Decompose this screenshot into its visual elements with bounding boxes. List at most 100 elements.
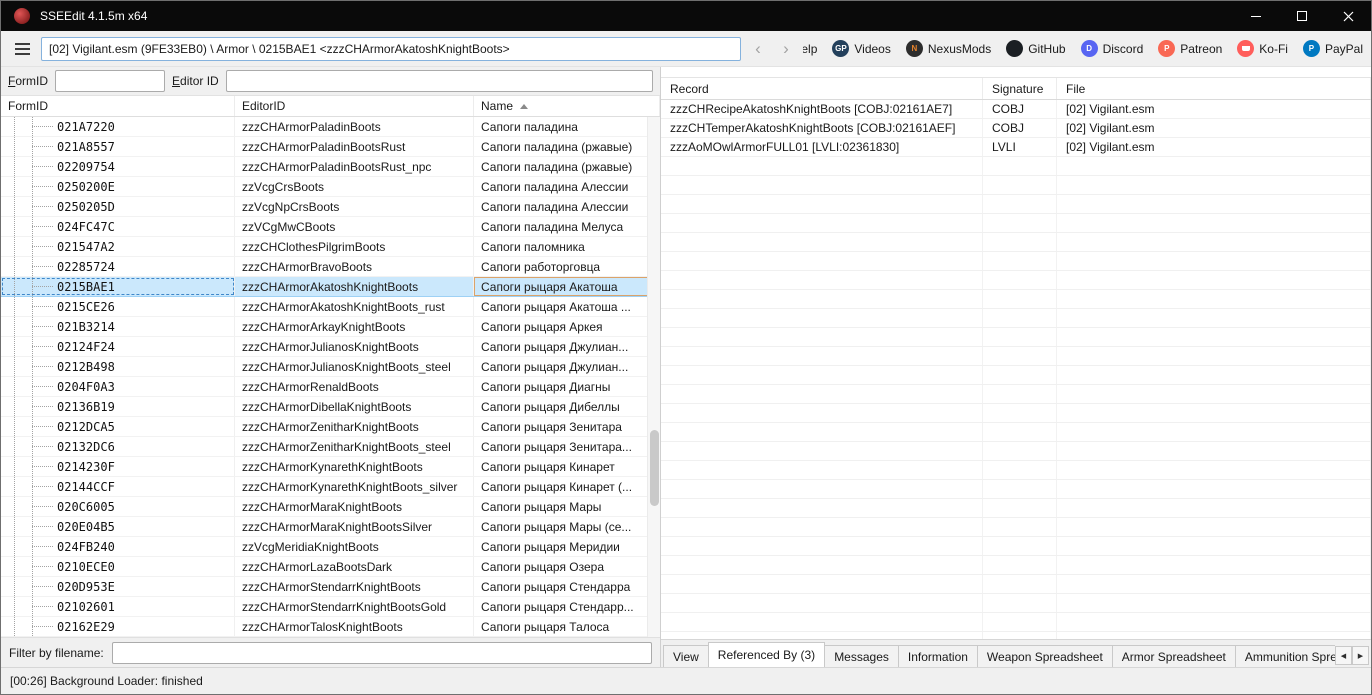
tree-vertical-scrollbar[interactable] [647,117,660,637]
cell-formid[interactable]: 02132DC6 [1,437,235,456]
cell-file[interactable]: [02] Vigilant.esm [1057,119,1371,137]
cell-formid[interactable]: 0210ECE0 [1,557,235,576]
cell-formid[interactable]: 02285724 [1,257,235,276]
cell-formid[interactable]: 0250205D [1,197,235,216]
formid-filter-input[interactable] [55,70,166,92]
cell-editorid[interactable]: zzVcgNpCrsBoots [235,197,474,216]
cell-editorid[interactable]: zzzCHArmorZenitharKnightBoots_steel [235,437,474,456]
toolbar-link-ko-fi[interactable]: Ko-Fi [1237,40,1288,57]
cell-formid[interactable]: 021547A2 [1,237,235,256]
column-header-name[interactable]: Name [474,96,660,116]
cell-name[interactable]: Сапоги паладина Алессии [474,177,660,196]
tree-row[interactable]: 021A8557 zzzCHArmorPaladinBootsRust Сапоги… [1,137,660,157]
cell-name[interactable]: Сапоги паладина Алессии [474,197,660,216]
column-header-signature[interactable]: Signature [983,78,1057,99]
tab-messages[interactable]: Messages [824,645,899,667]
cell-editorid[interactable]: zzzCHArmorTalosKnightBoots [235,617,474,636]
tree-row[interactable]: 0215BAE1 zzzCHArmorAkatoshKnightBoots Сапо… [1,277,660,297]
tree-row[interactable]: 0212DCA5 zzzCHArmorZenitharKnightBoots Сап… [1,417,660,437]
cell-name[interactable]: Сапоги паломника [474,237,660,256]
close-button[interactable] [1325,1,1371,31]
cell-formid[interactable]: 0250200E [1,177,235,196]
cell-formid[interactable]: 0215BAE1 [1,277,235,296]
cell-name[interactable]: Сапоги рыцаря Джулиан... [474,337,660,356]
cell-formid[interactable]: 02209754 [1,157,235,176]
cell-editorid[interactable]: zzzCHArmorStendarrKnightBootsGold [235,597,474,616]
tree-row[interactable]: 0210ECE0 zzzCHArmorLazaBootsDark Сапоги ры… [1,557,660,577]
tree-row[interactable]: 02209754 zzzCHArmorPaladinBootsRust_npc Са… [1,157,660,177]
cell-file[interactable]: [02] Vigilant.esm [1057,100,1371,118]
column-header-formid[interactable]: FormID [1,96,235,116]
column-header-file[interactable]: File [1057,78,1371,99]
cell-formid[interactable]: 020C6005 [1,497,235,516]
tab-weapon-spreadsheet[interactable]: Weapon Spreadsheet [976,645,1113,667]
cell-formid[interactable]: 021B3214 [1,317,235,336]
tree-row[interactable]: 0250205D zzVcgNpCrsBoots Сапоги паладина А… [1,197,660,217]
nav-forward-button[interactable]: › [775,37,797,61]
tree-row[interactable]: 021B3214 zzzCHArmorArkayKnightBoots Сапоги… [1,317,660,337]
cell-record[interactable]: zzzAoMOwlArmorFULL01 [LVLI:02361830] [661,138,983,156]
scrollbar-thumb[interactable] [650,430,659,506]
cell-name[interactable]: Сапоги рыцаря Стендарра [474,577,660,596]
tree-row[interactable]: 0212B498 zzzCHArmorJulianosKnightBoots_st… [1,357,660,377]
tab-armor-spreadsheet[interactable]: Armor Spreadsheet [1111,645,1236,667]
tree-row[interactable]: 02102601 zzzCHArmorStendarrKnightBootsGol… [1,597,660,617]
tree-row[interactable]: 020E04B5 zzzCHArmorMaraKnightBootsSilver С… [1,517,660,537]
cell-name[interactable]: Сапоги паладина (ржавые) [474,137,660,156]
tree-row[interactable]: 021A7220 zzzCHArmorPaladinBoots Сапоги пал… [1,117,660,137]
toolbar-link-discord[interactable]: D Discord [1080,40,1143,57]
cell-name[interactable]: Сапоги рыцаря Диагны [474,377,660,396]
cell-signature[interactable]: COBJ [983,100,1057,118]
column-header-editorid[interactable]: EditorID [235,96,474,116]
cell-name[interactable]: Сапоги рыцаря Дибеллы [474,397,660,416]
cell-name[interactable]: Сапоги рыцаря Кинарет (... [474,477,660,496]
tree-row[interactable]: 020C6005 zzzCHArmorMaraKnightBoots Сапоги … [1,497,660,517]
cell-name[interactable]: Сапоги паладина (ржавые) [474,157,660,176]
minimize-button[interactable] [1233,1,1279,31]
tab-ammunition-spreadsheet[interactable]: Ammunition Spreadsheet [1234,645,1335,667]
cell-editorid[interactable]: zzzCHArmorDibellaKnightBoots [235,397,474,416]
cell-name[interactable]: Сапоги работорговца [474,257,660,276]
cell-formid[interactable]: 0204F0A3 [1,377,235,396]
toolbar-link-patreon[interactable]: P Patreon [1158,40,1222,57]
tree-row[interactable]: 0204F0A3 zzzCHArmorRenaldBoots Сапоги рыца… [1,377,660,397]
cell-editorid[interactable]: zzzCHArmorBravoBoots [235,257,474,276]
tree-row[interactable]: 024FC47C zzVCgMwCBoots Сапоги паладина Мел… [1,217,660,237]
filename-filter-input[interactable] [111,641,652,664]
cell-name[interactable]: Сапоги рыцаря Стендарр... [474,597,660,616]
tree-row[interactable]: 021547A2 zzzCHClothesPilgrimBoots Сапоги п… [1,237,660,257]
editorid-filter-input[interactable] [225,70,653,92]
cell-editorid[interactable]: zzzCHArmorLazaBootsDark [235,557,474,576]
cell-editorid[interactable]: zzzCHArmorPaladinBootsRust_npc [235,157,474,176]
cell-editorid[interactable]: zzzCHArmorJulianosKnightBoots_steel [235,357,474,376]
cell-editorid[interactable]: zzzCHArmorJulianosKnightBoots [235,337,474,356]
cell-editorid[interactable]: zzzCHArmorZenitharKnightBoots [235,417,474,436]
cell-formid[interactable]: 0214230F [1,457,235,476]
cell-editorid[interactable]: zzzCHArmorPaladinBootsRust [235,137,474,156]
cell-editorid[interactable]: zzzCHArmorKynarethKnightBoots_silver [235,477,474,496]
cell-editorid[interactable]: zzzCHArmorPaladinBoots [235,117,474,136]
tree-row[interactable]: 02132DC6 zzzCHArmorZenitharKnightBoots_st… [1,437,660,457]
cell-editorid[interactable]: zzzCHArmorRenaldBoots [235,377,474,396]
cell-formid[interactable]: 020E04B5 [1,517,235,536]
cell-formid[interactable]: 021A7220 [1,117,235,136]
cell-record[interactable]: zzzCHTemperAkatoshKnightBoots [COBJ:0216… [661,119,983,137]
cell-name[interactable]: Сапоги рыцаря Кинарет [474,457,660,476]
cell-formid[interactable]: 020D953E [1,577,235,596]
tree-row[interactable]: 0250200E zzVcgCrsBoots Сапоги паладина Але… [1,177,660,197]
tree-row[interactable]: 02124F24 zzzCHArmorJulianosKnightBoots Сап… [1,337,660,357]
cell-record[interactable]: zzzCHRecipeAkatoshKnightBoots [COBJ:0216… [661,100,983,118]
cell-name[interactable]: Сапоги паладина Мелуса [474,217,660,236]
tree-row[interactable]: 02285724 zzzCHArmorBravoBoots Сапоги работ… [1,257,660,277]
cell-formid[interactable]: 0212DCA5 [1,417,235,436]
tree-row[interactable]: 02162E29 zzzCHArmorTalosKnightBoots Сапоги… [1,617,660,637]
cell-formid[interactable]: 024FB240 [1,537,235,556]
cell-editorid[interactable]: zzzCHArmorKynarethKnightBoots [235,457,474,476]
cell-name[interactable]: Сапоги рыцаря Акатоша [474,277,660,296]
tab-scroll-left-button[interactable]: ◀ [1335,646,1352,665]
cell-name[interactable]: Сапоги рыцаря Акатоша ... [474,297,660,316]
tab-view[interactable]: View [663,645,709,667]
toolbar-link-videos[interactable]: GP Videos [832,40,891,57]
cell-formid[interactable]: 02162E29 [1,617,235,636]
breadcrumb-path-input[interactable] [41,36,741,61]
